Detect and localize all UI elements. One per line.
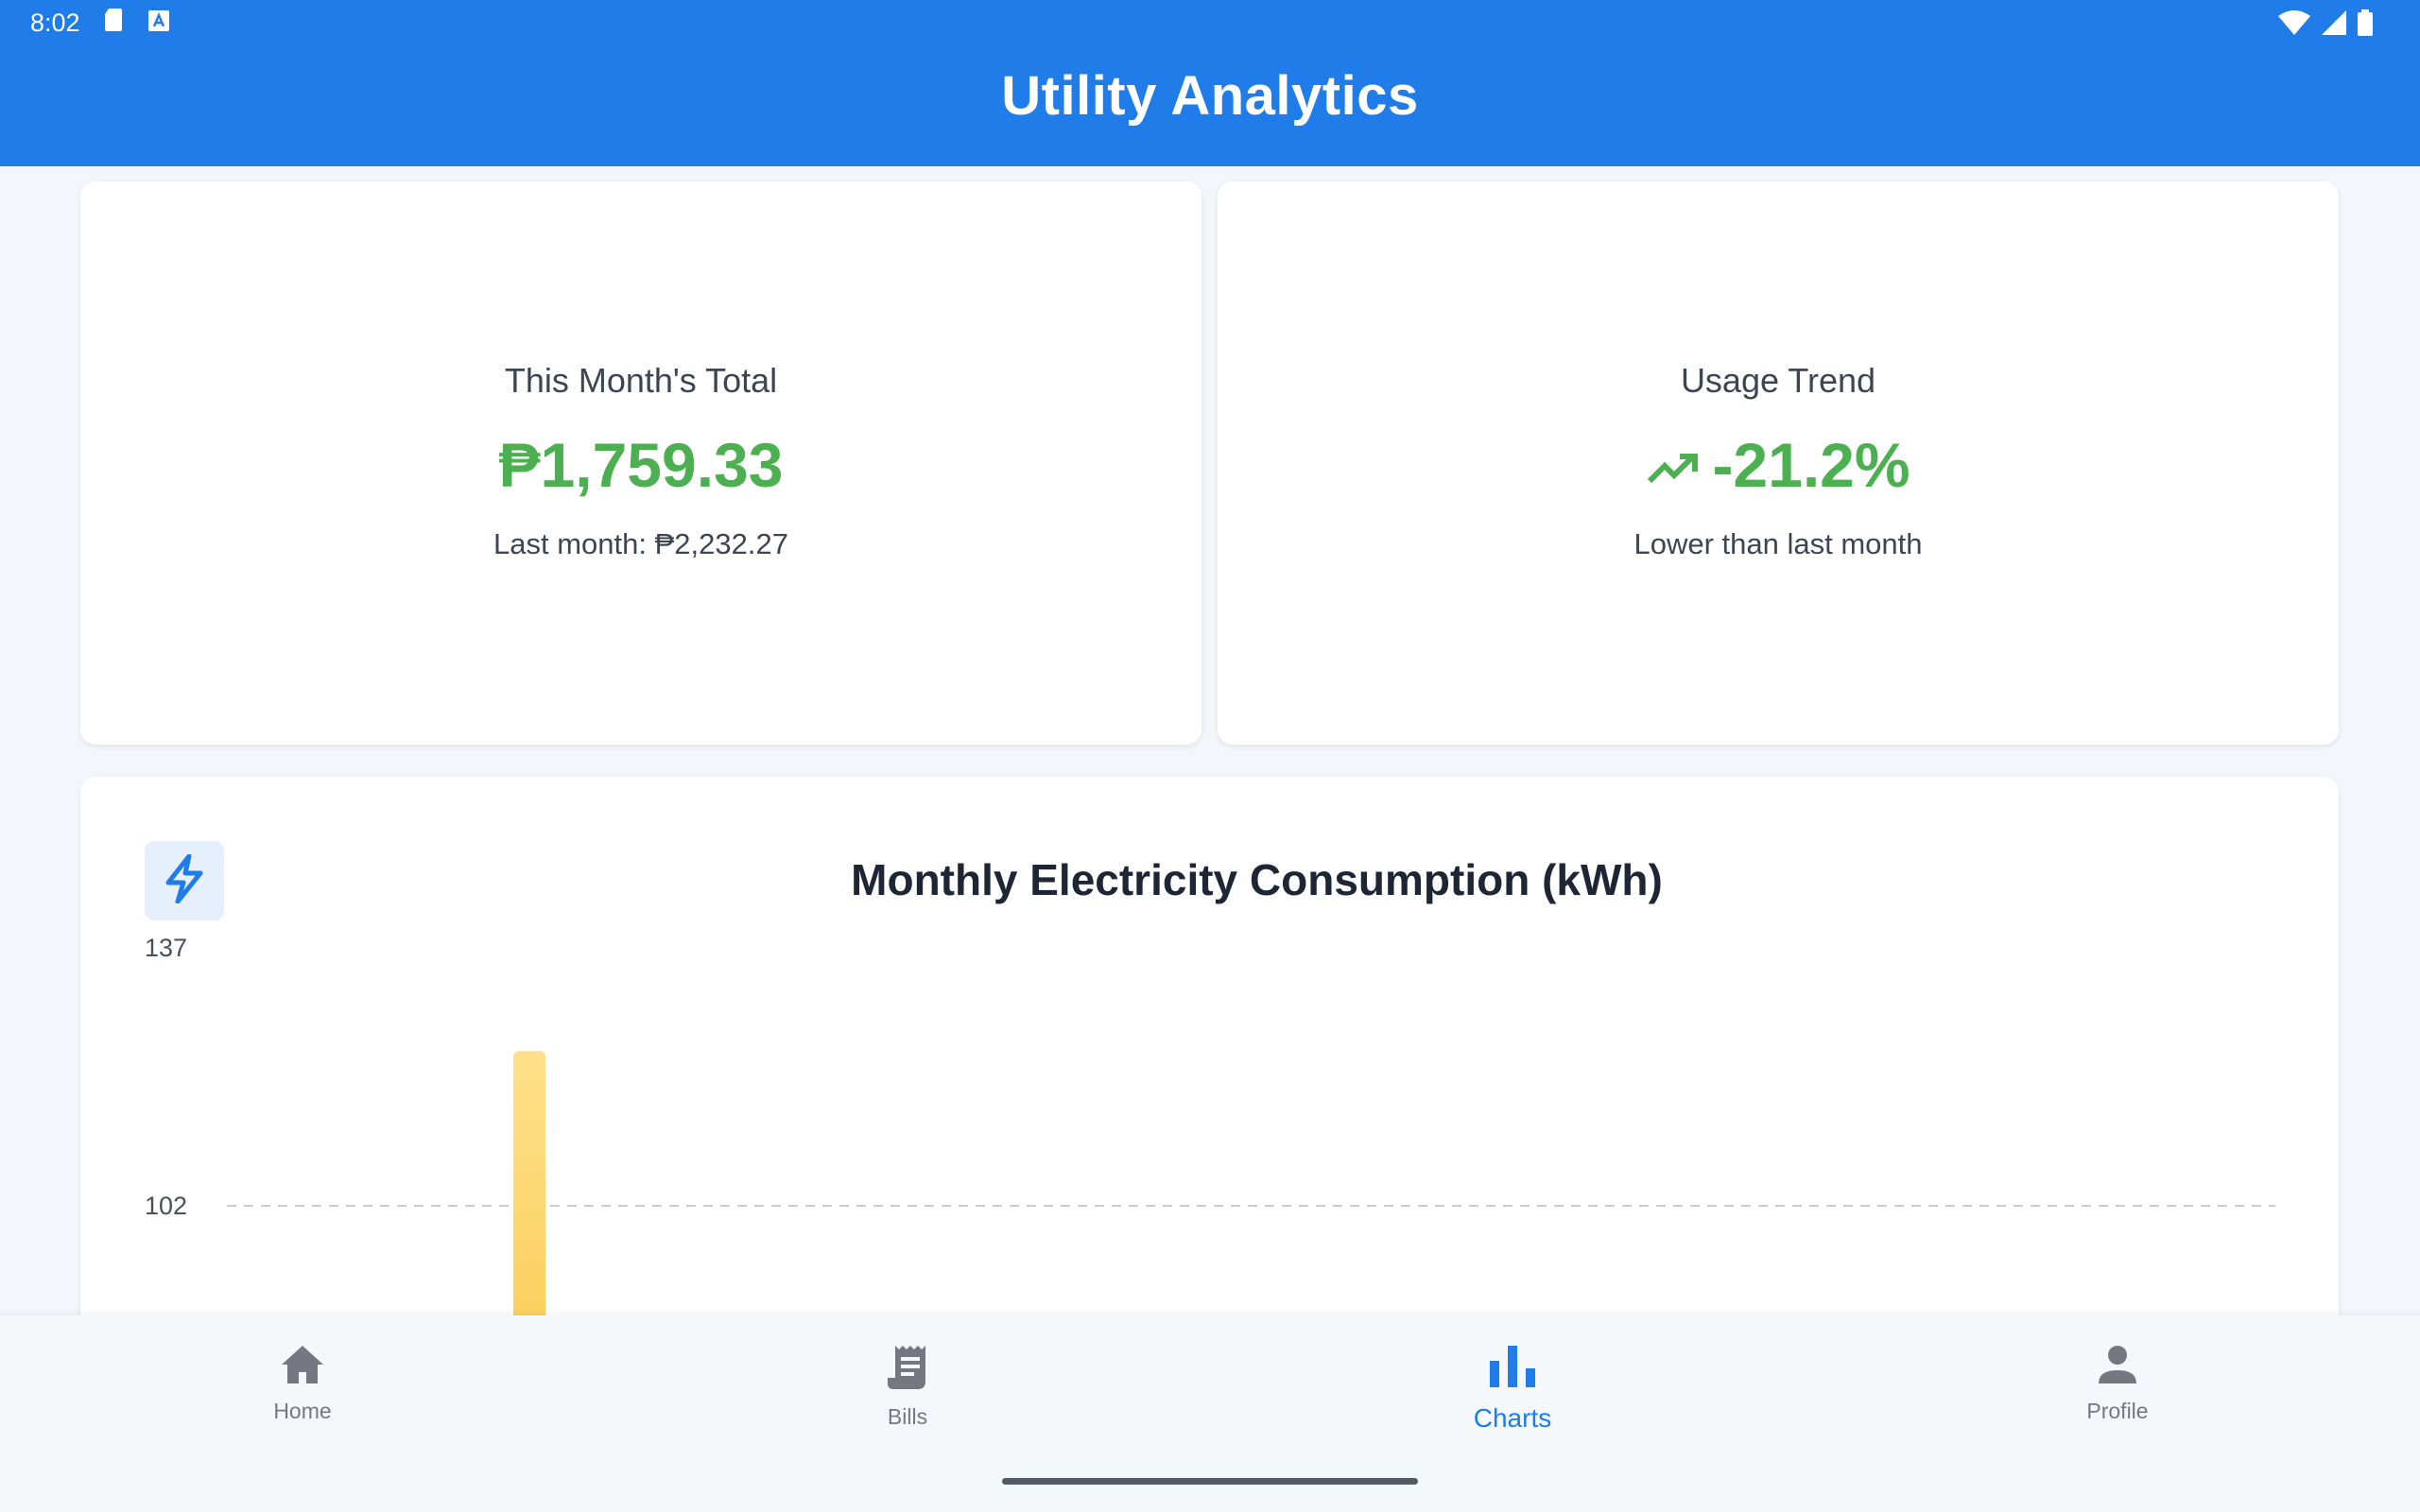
nav-profile-label: Profile bbox=[2086, 1399, 2149, 1423]
nav-bills[interactable]: Bills bbox=[766, 1344, 1049, 1476]
keyboard-a-icon bbox=[147, 9, 169, 38]
nav-home-label: Home bbox=[273, 1399, 332, 1423]
bar-chart-icon bbox=[1488, 1344, 1537, 1396]
usage-trend-label: Usage Trend bbox=[1680, 361, 1876, 400]
nav-charts-label: Charts bbox=[1473, 1403, 1552, 1433]
nav-charts[interactable]: Charts bbox=[1371, 1344, 1654, 1476]
receipt-icon bbox=[886, 1344, 929, 1397]
home-indicator[interactable] bbox=[1002, 1478, 1418, 1485]
nav-profile[interactable]: Profile bbox=[1976, 1344, 2259, 1476]
consumption-bar-chart: 137 102 bbox=[145, 934, 2275, 1382]
trending-up-icon bbox=[1646, 429, 1699, 501]
person-icon bbox=[2097, 1344, 2138, 1391]
status-right bbox=[2278, 9, 2373, 43]
monthly-total-card: This Month's Total ₱1,759.33 Last month:… bbox=[80, 181, 1201, 745]
status-time: 8:02 bbox=[30, 8, 80, 37]
battery-icon bbox=[2358, 9, 2373, 43]
usage-trend-row: -21.2% bbox=[1218, 429, 2339, 501]
cell-signal-icon bbox=[2322, 10, 2346, 42]
monthly-total-value: ₱1,759.33 bbox=[498, 430, 784, 500]
last-month-total: Last month: ₱2,232.27 bbox=[493, 527, 788, 560]
usage-trend-value: -21.2% bbox=[1712, 430, 1910, 500]
nav-home[interactable]: Home bbox=[161, 1344, 444, 1476]
usage-trend-note: Lower than last month bbox=[1634, 527, 1923, 560]
page-title: Utility Analytics bbox=[1001, 65, 1419, 127]
y-tick-label: 102 bbox=[145, 1192, 187, 1220]
y-tick-label: 137 bbox=[145, 934, 187, 962]
nav-bills-label: Bills bbox=[887, 1404, 928, 1429]
electricity-chart-card: Monthly Electricity Consumption (kWh) 13… bbox=[80, 777, 2339, 1382]
usage-trend-card: Usage Trend -21.2% Lower than last month bbox=[1218, 181, 2339, 745]
home-icon bbox=[280, 1344, 325, 1391]
sd-card-icon bbox=[104, 8, 124, 38]
monthly-total-label: This Month's Total bbox=[504, 361, 778, 400]
wifi-icon bbox=[2278, 10, 2310, 42]
app-bar: 8:02 Utility Analytics bbox=[0, 0, 2420, 166]
status-bar: 8:02 bbox=[0, 0, 2420, 45]
